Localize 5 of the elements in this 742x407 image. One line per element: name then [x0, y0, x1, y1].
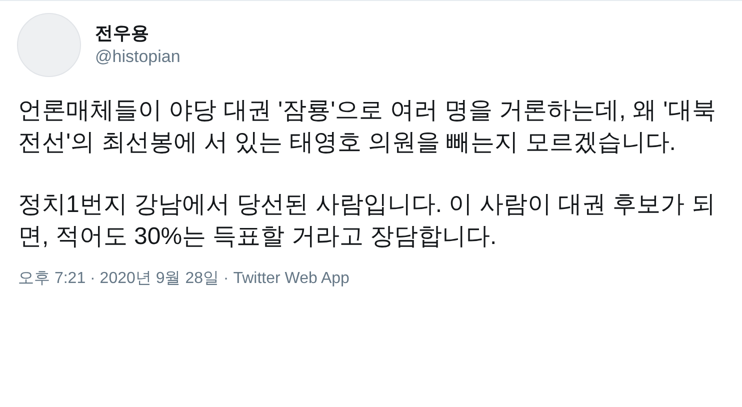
tweet-text: 언론매체들이 야당 대권 '잠룡'으로 여러 명을 거론하는데, 왜 '대북전선'의 최선봉에 서 있는 태영호 의원을 빼는지 모르겠습니다. — [18, 96, 717, 158]
tweet-meta: 오후 7:21 · 2020년 9월 28일 · Twitter Web App — [17, 269, 350, 289]
tweet-text: 정치1번지 강남에서 당선된 사람입니다. 이 사람이 대권 후보가 되면, 적어도 30%는 득표할 거라고 장담합니다. — [18, 190, 716, 252]
author-handle[interactable]: @histopian — [95, 45, 180, 69]
author-name[interactable]: 전우용 — [95, 21, 180, 45]
